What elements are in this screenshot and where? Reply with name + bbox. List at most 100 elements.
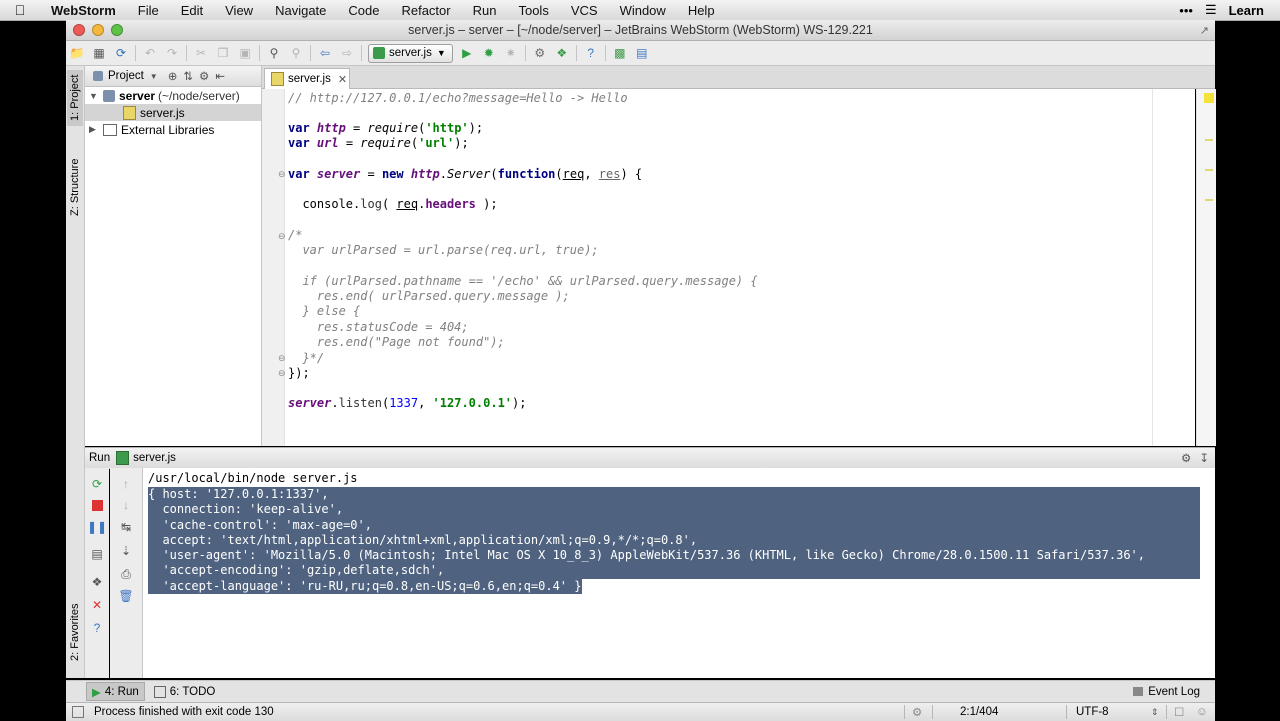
bottom-tool-tabs: ▶ 4: Run 6: TODO Event Log [66,680,1215,702]
menu-run[interactable]: Run [462,3,508,18]
toolbar-separator [361,45,362,61]
gear-icon[interactable]: ⚙ [199,69,209,83]
expand-arrow-icon[interactable]: ▼ [89,91,103,101]
lock-icon[interactable]: ☐ [1174,703,1184,721]
pin-icon[interactable]: ❖ [85,572,109,592]
settings-icon[interactable]: ⚙ [529,43,551,63]
menu-app-name[interactable]: WebStorm [40,3,127,18]
pause-icon[interactable]: ❚❚ [85,517,109,537]
editor-tab-server-js[interactable]: server.js ✕ [264,68,350,89]
tab-run[interactable]: ▶ 4: Run [86,682,145,701]
list-icon[interactable]: ☰ [1199,2,1223,18]
down-arrow-icon[interactable]: ↓ [114,495,138,515]
menu-window[interactable]: Window [609,3,677,18]
run-console[interactable]: /usr/local/bin/node server.js { host: '1… [143,468,1215,678]
hide-panel-icon[interactable]: ↧ [1199,451,1209,465]
terminal-icon[interactable]: ▩ [609,43,631,63]
menu-code[interactable]: Code [337,3,390,18]
open-folder-icon[interactable]: 📁 [66,43,88,63]
apple-icon[interactable]:  [0,2,40,18]
project-panel-header: Project ▼ ⊕ ⇅ ⚙ ⇤ [85,66,261,87]
soft-wrap-icon[interactable]: ↹ [114,517,138,537]
tab-favorites[interactable]: 2: Favorites [67,596,83,668]
sync-icon[interactable]: ⟳ [110,43,132,63]
caret-position[interactable]: 2:1/404 [960,703,998,721]
collapse-icon[interactable]: ⇅ [183,69,193,83]
window-title-bar: server.js – server – [~/node/server] – J… [66,20,1215,41]
rerun-icon[interactable]: ⟳ [85,474,109,494]
menu-edit[interactable]: Edit [170,3,214,18]
run-config-select[interactable]: server.js ▼ [368,43,453,63]
chevron-down-icon: ▼ [436,48,446,58]
warning-mark[interactable] [1205,139,1213,141]
stop-icon[interactable] [85,495,109,515]
code-token: ); [512,396,527,410]
save-icon[interactable]: ▦ [88,43,110,63]
back-icon[interactable]: ⇦ [314,43,336,63]
close-tab-icon[interactable]: ✕ [338,73,347,86]
tab-project[interactable]: 1: Project [67,70,83,126]
chevron-down-icon[interactable]: ▼ [150,72,158,81]
close-icon[interactable]: ✕ [85,595,109,615]
file-encoding[interactable]: UTF-8 [1076,703,1109,721]
tool-windows-icon[interactable] [72,703,84,721]
menu-refactor[interactable]: Refactor [390,3,461,18]
tree-root-server[interactable]: ▼ server (~/node/server) [85,87,261,104]
menu-help[interactable]: Help [677,3,726,18]
debug-icon[interactable]: ✹ [478,43,500,63]
paste-icon[interactable]: ▣ [234,43,256,63]
help-icon[interactable]: ? [580,43,602,63]
toolbar-separator [524,45,526,61]
menu-view[interactable]: View [214,3,264,18]
tree-file-server-js[interactable]: server.js [85,104,261,121]
gear-icon[interactable]: ⚙ [1181,451,1191,465]
warning-mark[interactable] [1205,199,1213,201]
up-arrow-icon[interactable]: ↑ [114,474,138,494]
project-view-select[interactable]: Project [108,70,144,82]
redo-icon[interactable]: ↷ [161,43,183,63]
hide-panel-icon[interactable]: ⇤ [215,69,225,83]
menu-extras-icon[interactable]: ••• [1173,3,1199,18]
tab-todo[interactable]: 6: TODO [149,683,221,700]
undo-icon[interactable]: ↶ [139,43,161,63]
find-icon[interactable]: ⚲ [263,43,285,63]
plugins-icon[interactable]: ❖ [551,43,573,63]
menu-file[interactable]: File [127,3,170,18]
code-token: server [288,396,332,410]
code-line-3: var http = require('http'); [288,121,483,136]
square-icon [72,706,84,718]
fullscreen-icon[interactable]: ↗ [1200,24,1209,37]
node-config-icon [116,451,130,465]
deploy-icon[interactable]: ▤ [631,43,653,63]
collapse-arrow-icon[interactable]: ▶ [89,124,103,135]
code-token: 1337 [389,396,419,410]
trash-icon[interactable]: 🗑 [114,586,138,606]
layout-icon[interactable]: ▤ [85,544,109,564]
chevron-updown-icon[interactable]: ⇕ [1151,703,1159,721]
run-icon[interactable]: ▶ [456,43,478,63]
warning-mark[interactable] [1205,169,1213,171]
copy-icon[interactable]: ❐ [212,43,234,63]
error-stripe[interactable] [1196,89,1216,446]
code-token: , [418,396,433,410]
menu-learn[interactable]: Learn [1223,3,1270,18]
print-icon[interactable]: ⎙ [114,564,138,584]
menu-tools[interactable]: Tools [507,3,559,18]
code-editor[interactable]: // http://127.0.0.1/echo?message=Hello -… [285,89,1195,446]
inspector-icon[interactable]: ☺ [1196,703,1208,721]
target-icon[interactable]: ⊕ [168,69,178,83]
inspection-status-icon[interactable] [1204,93,1214,103]
menu-navigate[interactable]: Navigate [264,3,337,18]
forward-icon[interactable]: ⇨ [336,43,358,63]
tab-event-log[interactable]: Event Log [1128,683,1205,700]
help-icon[interactable]: ? [85,618,109,638]
menu-vcs[interactable]: VCS [560,3,609,18]
cut-icon[interactable]: ✂ [190,43,212,63]
tab-structure[interactable]: Z: Structure [67,152,83,222]
replace-icon[interactable]: ⚲ [285,43,307,63]
run-panel-config[interactable]: server.js [133,452,176,464]
tree-external-libraries[interactable]: ▶ External Libraries [85,121,261,138]
coverage-icon[interactable]: ✷ [500,43,522,63]
scroll-to-end-icon[interactable]: ⇣ [114,541,138,561]
right-margin-guide [1152,89,1153,446]
